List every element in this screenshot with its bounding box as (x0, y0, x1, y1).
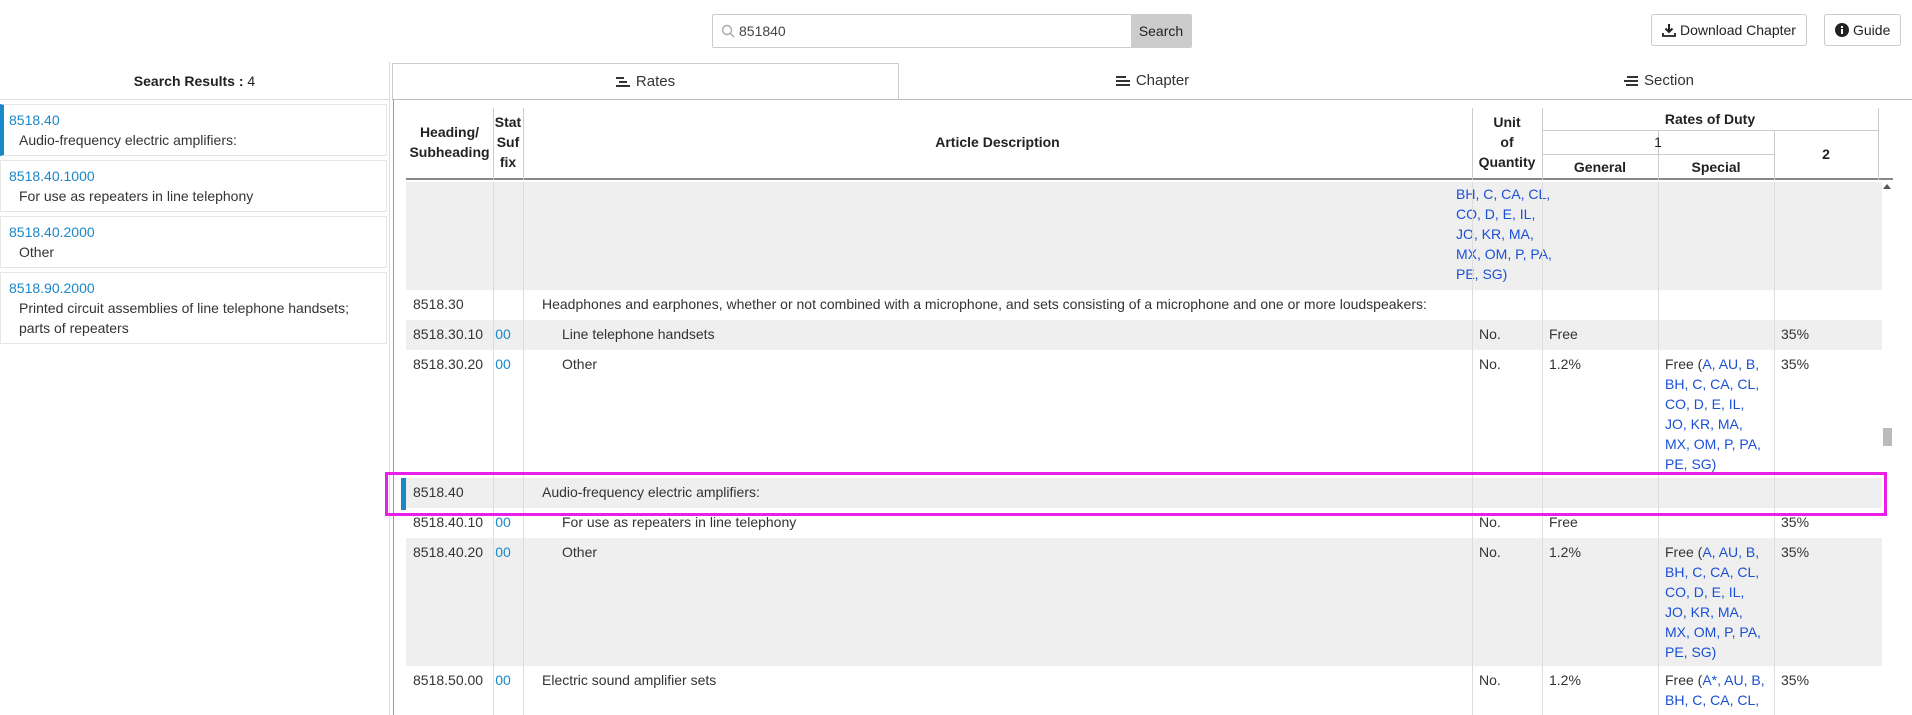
result-code[interactable]: 8518.90.2000 (9, 278, 378, 298)
general-rate: 1.2% (1549, 544, 1581, 560)
download-chapter-label: Download Chapter (1680, 22, 1796, 38)
header-unit-line1: Unit (1493, 114, 1521, 130)
scroll-up-arrow-icon[interactable] (1883, 184, 1891, 189)
search-results-sidebar: Search Results : 4 8518.40 Audio-frequen… (0, 62, 390, 715)
heading-code: 8518.40.20 (413, 544, 484, 560)
list-icon (615, 77, 630, 87)
unit-of-quantity: No. (1479, 326, 1501, 342)
header-stat-line1: Stat (494, 114, 522, 130)
header-unit-line2: of (1500, 134, 1514, 150)
result-item[interactable]: 8518.40.2000 Other (0, 216, 387, 268)
search-results-label: Search Results : (133, 73, 244, 89)
article-description: Line telephone handsets (562, 326, 715, 342)
unit-of-quantity: No. (1479, 356, 1501, 372)
special-rate[interactable]: A, AU, B, BH, C, CA, CL, CO, D, E, IL, J… (1665, 356, 1761, 472)
general-rate: 1.2% (1549, 356, 1581, 372)
result-item[interactable]: 8518.40 Audio-frequency electric amplifi… (0, 104, 387, 156)
result-code[interactable]: 8518.40.1000 (9, 166, 378, 186)
result-code[interactable]: 8518.40.2000 (9, 222, 378, 242)
general-rate: 1.2% (1549, 672, 1581, 688)
header-heading-line1: Heading/ (419, 124, 480, 140)
selected-row-highlight (385, 472, 1887, 516)
special-rate[interactable]: A, AU, B, BH, C, CA, CL, CO, D, E, IL, J… (1665, 544, 1761, 660)
tab-section-label: Section (1643, 72, 1695, 89)
article-description: Electric sound amplifier sets (542, 672, 717, 688)
header-stat-line2: Suf (496, 134, 520, 150)
search-button[interactable]: Search (1131, 15, 1191, 47)
tab-rates-label: Rates (635, 73, 676, 90)
unit-of-quantity: No. (1479, 672, 1501, 688)
rates-table: Heading/ Subheading Stat Suf fix Article… (393, 100, 1893, 715)
column-2-rate: 35% (1781, 544, 1810, 560)
header-stat-line3: fix (499, 154, 517, 170)
header-general: General (1573, 159, 1627, 175)
tab-rates[interactable]: Rates (392, 63, 899, 99)
header-rates-of-duty: Rates of Duty (1664, 111, 1756, 127)
header-column-2: 2 (1822, 146, 1830, 162)
info-icon (1835, 23, 1849, 37)
table-body: BH, C, CA, CL, CO, D, E, IL, JO, KR, MA,… (406, 182, 1882, 715)
header-unit-line3: Quantity (1478, 154, 1536, 170)
tab-chapter-label: Chapter (1135, 72, 1190, 89)
download-chapter-button[interactable]: Download Chapter (1651, 14, 1807, 46)
table-row: BH, C, CA, CL, CO, D, E, IL, JO, KR, MA,… (406, 182, 1882, 290)
column-2-rate: 35% (1781, 326, 1810, 342)
table-header: Heading/ Subheading Stat Suf fix Article… (406, 108, 1893, 180)
top-bar: Search Download Chapter Guide (0, 0, 1912, 62)
table-scrollbar[interactable] (1880, 182, 1894, 715)
header-special: Special (1691, 159, 1741, 175)
tab-chapter[interactable]: Chapter (899, 63, 1406, 99)
search-box: Search (712, 14, 1192, 48)
scroll-thumb[interactable] (1883, 428, 1892, 446)
result-desc: Audio-frequency electric amplifiers: (19, 132, 237, 148)
result-item[interactable]: 8518.90.2000 Printed circuit assemblies … (0, 272, 387, 344)
special-rate-cell: Free (A, AU, B, BH, C, CA, CL, CO, D, E,… (1665, 350, 1767, 474)
result-item[interactable]: 8518.40.1000 For use as repeaters in lin… (0, 160, 387, 212)
article-description: Other (562, 356, 598, 372)
heading-code: 8518.30.10 (413, 326, 484, 342)
guide-button[interactable]: Guide (1824, 14, 1902, 46)
guide-label: Guide (1853, 22, 1891, 38)
header-column-1: 1 (1654, 134, 1662, 150)
special-prefix: Free ( (1665, 544, 1703, 560)
heading-code: 8518.30 (413, 296, 464, 312)
special-prefix: Free ( (1665, 672, 1703, 688)
search-results-header: Search Results : 4 (0, 62, 389, 100)
heading-code: 8518.50.00 (413, 672, 484, 688)
search-icon (721, 24, 735, 38)
selected-row-marker (401, 478, 406, 510)
result-desc: Other (19, 244, 55, 260)
table-row: 8518.30.20 00 Other No. 1.2% Free (A, AU… (406, 350, 1882, 478)
header-article-description: Article Description (935, 134, 1060, 150)
result-desc: For use as repeaters in line telephony (19, 188, 254, 204)
general-rate: Free (1549, 326, 1578, 342)
download-icon (1662, 24, 1676, 37)
unit-of-quantity: No. (1479, 544, 1501, 560)
special-rate[interactable]: BH, C, CA, CL, CO, D, E, IL, JO, KR, MA,… (1456, 184, 1556, 284)
article-description: Headphones and earphones, whether or not… (542, 296, 1427, 312)
list-icon (1623, 76, 1638, 86)
result-code[interactable]: 8518.40 (9, 110, 378, 130)
list-icon (1115, 76, 1130, 86)
search-input[interactable] (739, 15, 1079, 47)
table-row: 8518.40.20 00 Other No. 1.2% Free (A, AU… (406, 538, 1882, 666)
special-prefix: Free ( (1665, 356, 1703, 372)
special-rate-cell: Free (A*, AU, B, BH, C, CA, CL, (1665, 666, 1767, 710)
table-row: 8518.50.00 00 Electric sound amplifier s… (406, 666, 1882, 715)
table-row: 8518.30 Headphones and earphones, whethe… (406, 290, 1882, 320)
result-desc: Printed circuit assemblies of line telep… (19, 300, 349, 336)
heading-code: 8518.30.20 (413, 356, 484, 372)
view-tabs: Rates Chapter Section (392, 63, 1912, 99)
article-description: Other (562, 544, 598, 560)
tab-section[interactable]: Section (1406, 63, 1912, 99)
search-results-count: 4 (247, 73, 256, 89)
table-row: 8518.30.10 00 Line telephone handsets No… (406, 320, 1882, 350)
column-2-rate: 35% (1781, 356, 1810, 372)
special-rate-cell: Free (A, AU, B, BH, C, CA, CL, CO, D, E,… (1665, 538, 1767, 662)
header-heading-line2: Subheading (409, 144, 490, 160)
column-2-rate: 35% (1781, 672, 1810, 688)
